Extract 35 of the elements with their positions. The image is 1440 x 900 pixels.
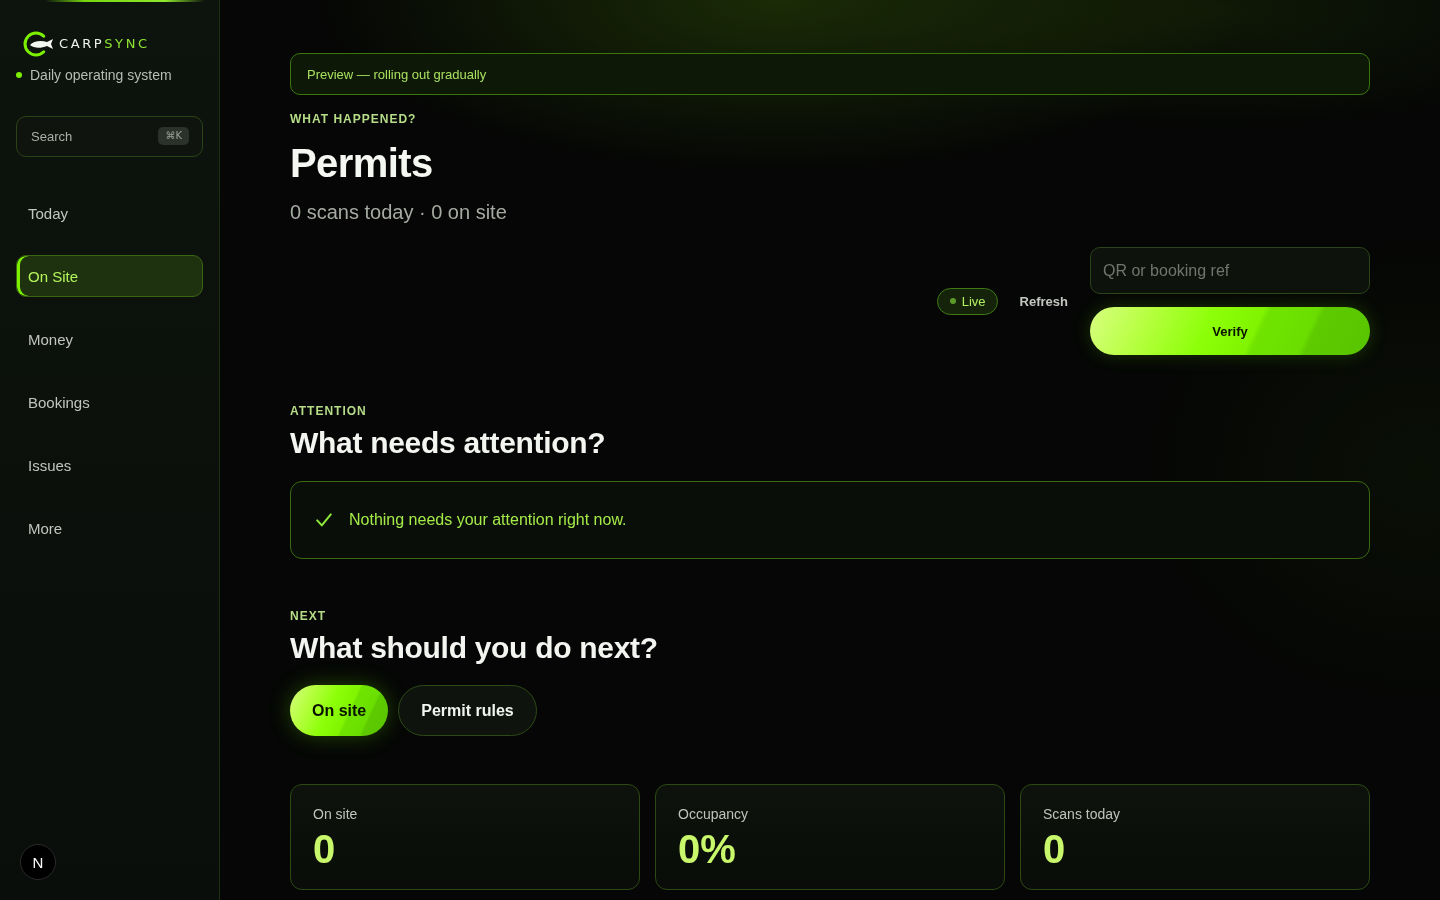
- live-toggle[interactable]: Live: [936, 287, 998, 315]
- stat-value: 0: [313, 827, 336, 871]
- stat-label: Scans today: [1043, 805, 1121, 823]
- verify-button[interactable]: Verify: [1090, 307, 1370, 355]
- nav-item[interactable]: More: [16, 507, 203, 549]
- stat-label: On site: [313, 805, 358, 823]
- stat-value: 0: [1043, 827, 1066, 871]
- refresh-button[interactable]: Refresh: [1019, 293, 1068, 309]
- page-title: Permits: [290, 140, 433, 187]
- section-title: What needs attention?: [290, 425, 606, 461]
- nav-item[interactable]: Bookings: [16, 381, 203, 423]
- nav-item[interactable]: Today: [16, 192, 203, 234]
- stat-value: 0%: [678, 827, 736, 871]
- preview-banner: Preview — rolling out gradually: [290, 53, 1370, 95]
- status-dot-icon: [16, 72, 22, 78]
- section-title: What should you do next?: [290, 630, 658, 666]
- tagline-text: Daily operating system: [30, 67, 172, 83]
- section-eyebrow: WHAT HAPPENED?: [290, 111, 417, 127]
- stat-label: Occupancy: [678, 805, 749, 823]
- section-eyebrow: ATTENTION: [290, 403, 367, 419]
- status-dot-icon: [949, 298, 956, 304]
- action-button[interactable]: On site: [290, 685, 389, 736]
- action-button[interactable]: Permit rules: [398, 685, 537, 736]
- section-eyebrow: NEXT: [290, 608, 326, 624]
- shortcut-hint: ⌘K: [158, 127, 189, 145]
- lookup-field[interactable]: QR or booking ref: [1090, 247, 1370, 294]
- nav-item[interactable]: Issues: [16, 444, 203, 486]
- check-icon: [316, 513, 332, 527]
- fish-logo-icon: [22, 30, 54, 58]
- summary-text: 0 scans today · 0 on site: [290, 200, 507, 225]
- logo-wordmark: CARP SYNC: [59, 36, 150, 52]
- dev-tools-button[interactable]: N: [20, 844, 56, 880]
- nav-item[interactable]: Money: [16, 318, 203, 360]
- attention-message: Nothing needs your attention right now.: [349, 511, 627, 529]
- nav-item[interactable]: On Site: [16, 255, 203, 297]
